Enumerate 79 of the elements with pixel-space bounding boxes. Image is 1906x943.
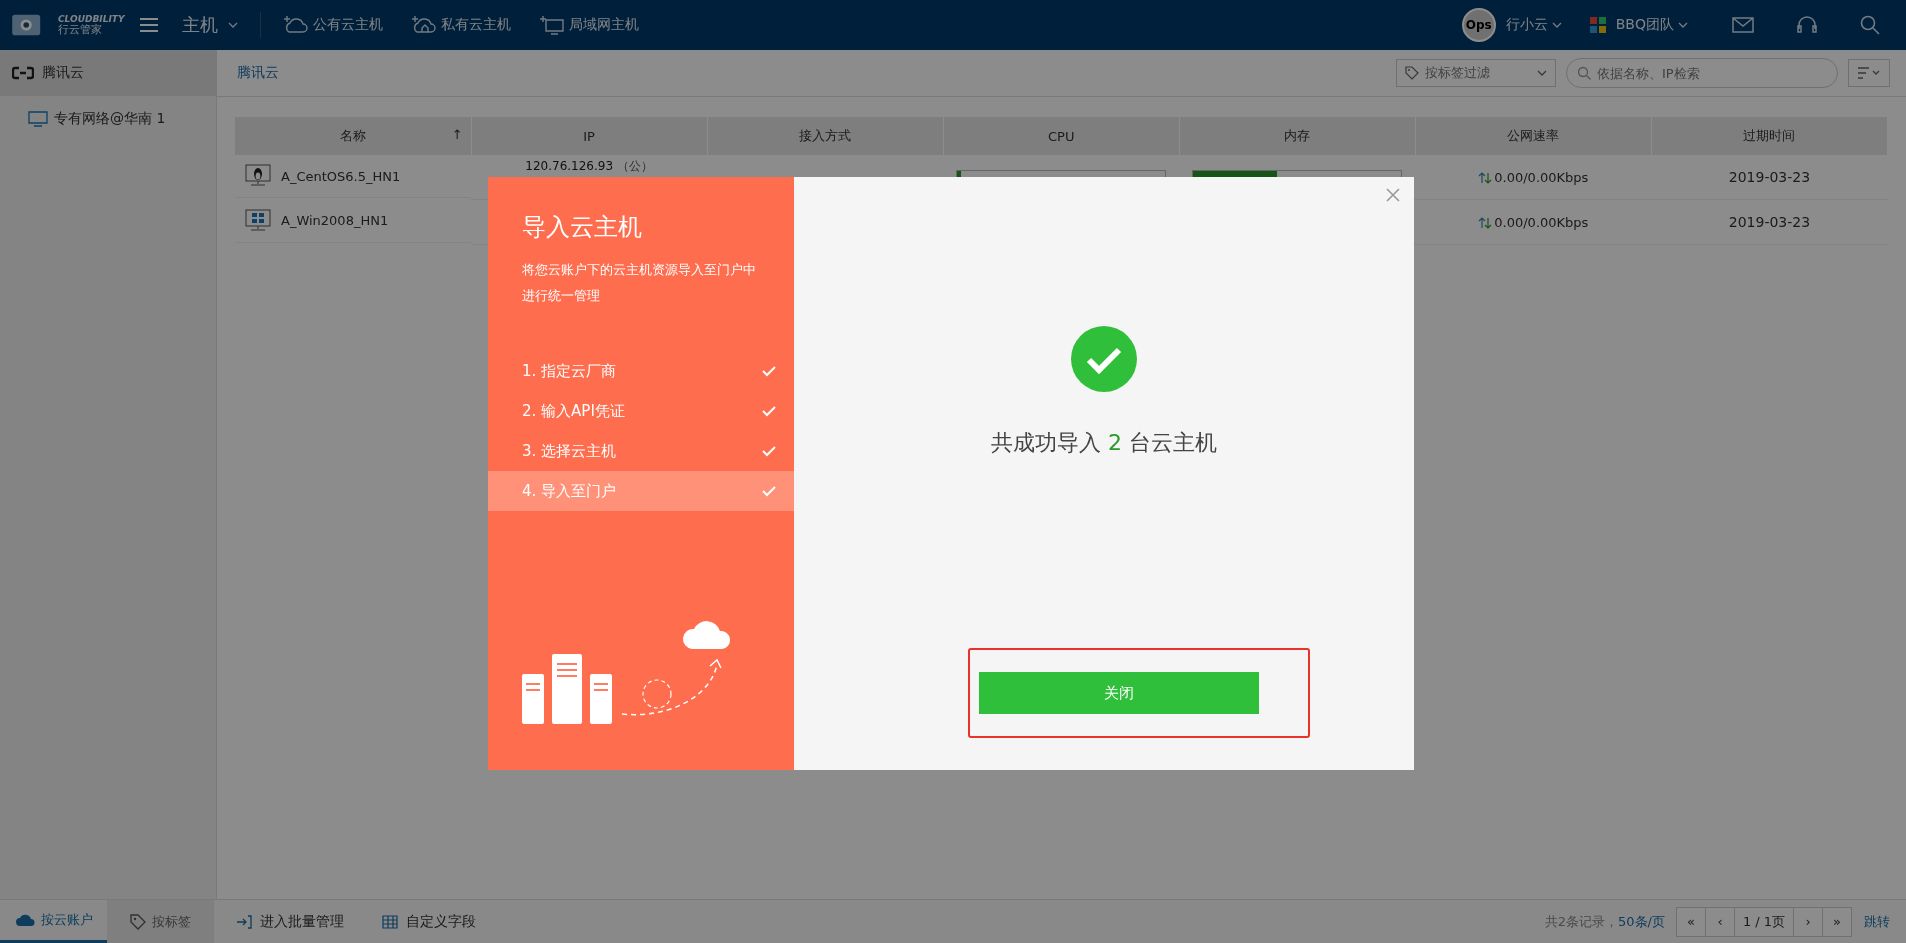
search-field[interactable]: 依据名称、IP检索 [1566,58,1838,88]
page-size-link[interactable]: 50条/页 [1618,912,1665,931]
host-name: A_Win2008_HN1 [281,213,389,228]
toolbar-action[interactable]: 进入批量管理 [236,912,344,931]
close-icon[interactable] [1386,188,1400,202]
tag-icon [1405,66,1419,80]
column-header[interactable]: CPU [943,117,1180,155]
dialog-description: 将您云账户下的云主机资源导入至门户中进行统一管理 [522,261,757,305]
jump-link[interactable]: 跳转 [1864,912,1890,931]
column-header[interactable]: IP [471,117,708,155]
team-dropdown[interactable]: BBQ团队 [1615,16,1688,34]
user-dropdown[interactable]: 行小云 [1505,16,1562,34]
bottom-tab[interactable]: 按标签 [107,900,214,943]
sidebar-header-label: 腾讯云 [42,64,84,82]
cloud-provider-icon [12,66,34,80]
host-name: A_CentOS6.5_HN1 [281,168,401,184]
section-dropdown[interactable]: 主机 [182,13,239,37]
wizard-step: 2. 输入API凭证 [488,391,794,431]
up-down-arrows-icon [1478,217,1493,229]
menu-icon[interactable] [140,18,159,32]
team-icon [1589,17,1606,33]
dialog-title: 导入云主机 [522,212,643,243]
table-grid-icon [382,914,398,929]
ip-type-label: （公） [616,159,653,173]
up-down-arrows-icon [1478,172,1493,184]
monitor-plus-icon [539,15,566,35]
column-header[interactable]: 接入方式 [707,117,944,155]
headset-icon[interactable] [1796,15,1818,35]
search-input[interactable]: 依据名称、IP检索 [1597,59,1827,87]
sort-dropdown[interactable] [1848,59,1890,87]
pagination-button[interactable]: 1 / 1页 [1734,906,1794,937]
sidebar-header[interactable]: 腾讯云 [0,50,216,96]
search-icon [1577,66,1591,80]
user-avatar[interactable]: Ops [1461,8,1496,42]
cloud-plus-icon [283,15,310,35]
search-icon[interactable] [1860,15,1880,35]
vpc-icon [28,111,48,127]
pagination-button[interactable]: « [1676,906,1706,937]
cloud-icon [14,913,35,927]
brand-name: CLOUDBILITY [58,15,125,24]
network-speed: 0.00/0.00Kbps [1494,214,1589,230]
column-header[interactable]: 过期时间 [1651,117,1888,155]
windows-logo-icon [245,208,271,233]
breadcrumb-link[interactable]: 腾讯云 [237,64,279,82]
sort-arrow[interactable]: ↑ [451,127,463,142]
column-header[interactable]: 公网速率 [1415,117,1652,155]
chevron-down-icon [228,22,239,28]
pagination-button[interactable]: ‹ [1705,906,1735,937]
pagination-button[interactable]: › [1793,906,1823,937]
sidebar-item[interactable]: 专有网络@华南 1 [0,96,216,128]
pagination-button[interactable]: » [1822,906,1852,937]
wizard-step: 3. 选择云主机 [488,431,794,471]
expiry-date: 2019-03-23 [1728,214,1811,230]
toolbar-action[interactable]: 自定义字段 [382,912,476,931]
close-button[interactable]: 关闭 [979,672,1259,714]
expiry-date: 2019-03-23 [1728,169,1811,185]
tag-filter-dropdown[interactable]: 按标签过滤 [1396,59,1556,87]
mail-icon[interactable] [1732,17,1754,33]
chevron-down-icon [1551,22,1562,28]
column-header[interactable]: 名称 ↑ [235,117,472,155]
nav-link[interactable]: 私有云主机 [411,15,512,35]
wizard-step: 1. 指定云厂商 [488,351,794,391]
success-check-icon [1071,326,1137,392]
nav-link[interactable]: 公有云主机 [283,15,384,35]
column-header[interactable]: 内存 [1179,117,1416,155]
ip-address: 120.76.126.93 [525,159,614,173]
linux-penguin-icon [245,164,271,188]
brand-subtitle: 行云管家 [58,24,103,35]
chevron-down-icon [1537,70,1547,76]
record-count: 共2条记录， [1544,912,1619,931]
result-message: 共成功导入 2 台云主机 [991,429,1217,457]
wizard-step: 4. 导入至门户 [488,471,794,511]
chevron-down-icon [1678,22,1688,28]
network-speed: 0.00/0.00Kbps [1494,169,1589,185]
nav-link[interactable]: 局域网主机 [539,15,640,35]
tag-icon [130,913,146,930]
enter-icon [236,914,252,929]
sort-icon [1858,67,1880,79]
cloud-home-icon [411,15,438,35]
